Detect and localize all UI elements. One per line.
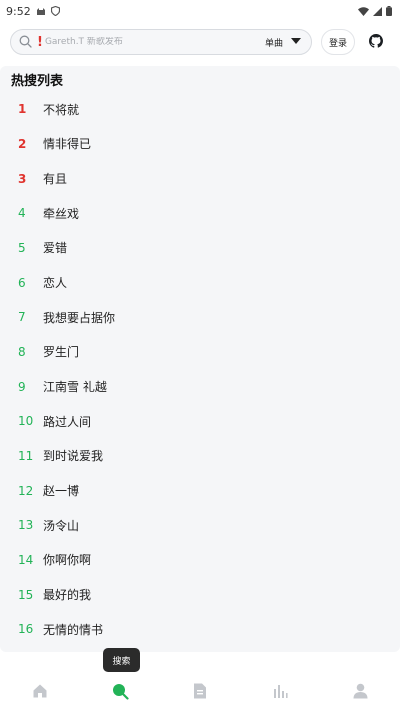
hot-search-rank: 6: [18, 275, 26, 290]
search-type-select[interactable]: 单曲: [265, 30, 301, 54]
battery-icon: [386, 6, 392, 16]
hot-search-item[interactable]: 16 无情的情书: [0, 612, 400, 647]
hot-search-item[interactable]: 3 有且: [0, 161, 400, 196]
hot-search-rank: 10: [18, 414, 34, 429]
search-type-label: 单曲: [264, 38, 283, 49]
hot-search-word: 情非得已: [43, 137, 92, 152]
notification-icon: [36, 7, 46, 16]
hot-search-word: 有且: [43, 172, 68, 187]
search-header: ! 单曲 登录: [0, 27, 400, 57]
hot-search-rank: 11: [18, 448, 34, 463]
signal-icon: [373, 6, 382, 16]
hot-search-word: 你啊你啊: [43, 553, 92, 568]
hot-search-rank: 8: [18, 344, 26, 359]
hot-search-item[interactable]: 6 恋人: [0, 265, 400, 300]
hot-search-item[interactable]: 1 不将就: [0, 92, 400, 127]
hot-search-item[interactable]: 8 罗生门: [0, 335, 400, 370]
home-icon: [32, 683, 48, 703]
status-time: 9:52: [6, 4, 31, 18]
hot-search-rank: 5: [18, 240, 26, 255]
hot-search-word: 无情的情书: [43, 622, 104, 637]
hot-search-item[interactable]: 12 赵一博: [0, 473, 400, 508]
chart-icon: [272, 683, 288, 703]
wifi-icon: [358, 6, 369, 16]
hot-search-item[interactable]: 4 牵丝戏: [0, 196, 400, 231]
bottom-nav: [0, 675, 400, 711]
hot-search-item[interactable]: 7 我想要占据你: [0, 300, 400, 335]
hot-search-item[interactable]: 10 路过人间: [0, 404, 400, 439]
nav-chart[interactable]: [260, 678, 300, 708]
nav-user[interactable]: [340, 678, 380, 708]
hot-search-panel: 热搜列表 1 不将就 2 情非得已 3 有且 4 牵丝戏 5 爱错 6 恋人 7 我想要占据你 8 罗生门 9 江…: [0, 66, 400, 652]
nav-document[interactable]: [180, 678, 220, 708]
user-icon: [353, 683, 368, 703]
status-bar: 9:52: [0, 0, 400, 22]
search-icon: [112, 683, 129, 704]
hot-search-rank: 4: [18, 206, 26, 221]
hot-search-word: 最好的我: [43, 588, 92, 603]
status-right: [358, 6, 392, 16]
hot-search-rank: 9: [18, 379, 26, 394]
nav-search[interactable]: [100, 678, 140, 708]
hot-search-rank: 16: [18, 622, 34, 637]
status-left: 9:52: [6, 5, 60, 18]
search-tooltip: 搜索: [103, 648, 140, 672]
hot-search-item[interactable]: 13 汤令山: [0, 508, 400, 543]
hot-search-rank: 2: [18, 136, 27, 151]
search-icon: [19, 35, 33, 49]
hot-search-rank: 12: [18, 483, 34, 498]
hot-search-item[interactable]: 2 情非得已: [0, 127, 400, 162]
document-icon: [193, 683, 207, 703]
hot-search-title: 热搜列表: [11, 74, 64, 89]
hot-search-rank: 1: [18, 102, 27, 117]
hot-search-word: 江南雪 礼越: [43, 380, 107, 395]
hot-search-word: 赵一博: [43, 484, 80, 499]
shield-icon: [50, 6, 60, 16]
hot-alert-mark: !: [37, 34, 43, 50]
hot-search-word: 到时说爱我: [43, 449, 104, 464]
hot-search-item[interactable]: 5 爱错: [0, 231, 400, 266]
hot-search-item[interactable]: 11 到时说爱我: [0, 439, 400, 474]
hot-search-list: 1 不将就 2 情非得已 3 有且 4 牵丝戏 5 爱错 6 恋人 7 我想要占据你 8 罗生门 9 江南雪 礼越…: [0, 92, 400, 647]
hot-search-item[interactable]: 14 你啊你啊: [0, 543, 400, 578]
hot-search-word: 路过人间: [43, 414, 92, 429]
hot-search-word: 罗生门: [43, 345, 80, 360]
caret-down-icon: [291, 37, 301, 47]
github-button[interactable]: [362, 30, 390, 54]
nav-home[interactable]: [20, 678, 60, 708]
login-button[interactable]: 登录: [321, 29, 355, 55]
hot-search-rank: 14: [18, 552, 34, 567]
hot-search-rank: 15: [18, 587, 34, 602]
hot-search-item[interactable]: 9 江南雪 礼越: [0, 369, 400, 404]
search-input[interactable]: [44, 37, 215, 47]
hot-search-word: 我想要占据你: [43, 310, 116, 325]
hot-search-word: 不将就: [43, 102, 80, 117]
hot-search-rank: 3: [18, 171, 27, 186]
hot-search-rank: 7: [18, 310, 26, 325]
hot-search-word: 牵丝戏: [43, 206, 80, 221]
hot-search-word: 汤令山: [43, 518, 80, 533]
hot-search-rank: 13: [18, 518, 34, 533]
hot-search-word: 爱错: [43, 241, 68, 256]
search-bar[interactable]: ! 单曲: [10, 29, 312, 55]
hot-search-item[interactable]: 15 最好的我: [0, 577, 400, 612]
github-icon: [369, 33, 383, 52]
hot-search-word: 恋人: [43, 276, 68, 291]
